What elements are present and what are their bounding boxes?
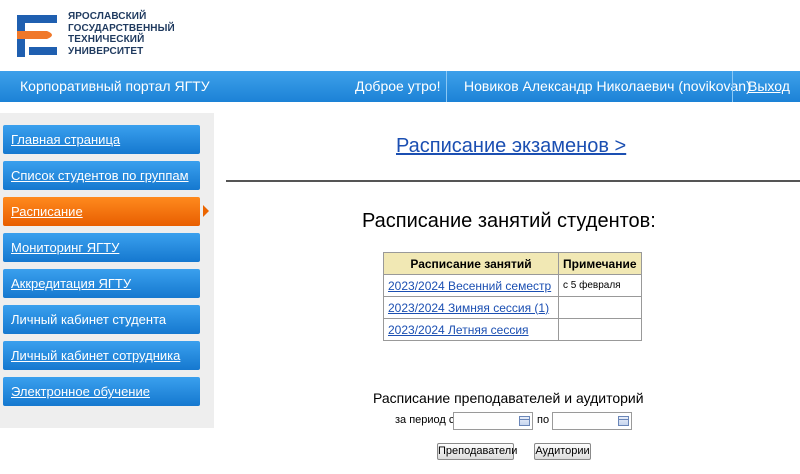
- topbar-divider: [446, 71, 447, 102]
- note-cell: [558, 318, 642, 341]
- table-row: 2023/2024 Зимняя сессия (1): [383, 296, 642, 319]
- period-from-label: за период с: [395, 414, 455, 426]
- active-arrow-icon: [203, 205, 209, 217]
- calendar-icon[interactable]: [618, 416, 629, 426]
- period-to-label: по: [537, 414, 550, 426]
- schedule-link[interactable]: 2023/2024 Весенний семестр: [388, 279, 551, 293]
- sidebar-item-label[interactable]: Аккредитация ЯГТУ: [11, 276, 131, 291]
- logout-link[interactable]: Выход: [748, 71, 790, 102]
- page-title: Расписание занятий студентов:: [362, 210, 656, 232]
- user-name: Новиков Александр Николаевич (novikovan): [464, 78, 751, 94]
- schedule-cell: 2023/2024 Весенний семестр: [383, 274, 559, 297]
- logo-line: УНИВЕРСИТЕТ: [68, 45, 144, 57]
- logo-line: ГОСУДАРСТВЕННЫЙ: [68, 22, 175, 34]
- sidebar-item-label[interactable]: Главная страница: [11, 132, 120, 147]
- schedule-cell: 2023/2024 Зимняя сессия (1): [383, 296, 559, 319]
- sidebar-item-label[interactable]: Личный кабинет сотрудника: [11, 348, 180, 363]
- sidebar-item-schedule[interactable]: Расписание: [3, 197, 209, 226]
- site-header: ЯРОСЛАВСКИЙ ГОСУДАРСТВЕННЫЙ ТЕХНИЧЕСКИЙ …: [0, 0, 800, 70]
- ystu-logo-icon: [17, 15, 57, 57]
- rooms-button[interactable]: Аудитории: [534, 443, 591, 460]
- schedule-cell: 2023/2024 Летняя сессия: [383, 318, 559, 341]
- calendar-icon[interactable]: [519, 416, 530, 426]
- exam-schedule-link[interactable]: Расписание экзаменов >: [396, 135, 626, 158]
- logo-line: ТЕХНИЧЕСКИЙ: [68, 34, 145, 45]
- schedule-link[interactable]: 2023/2024 Летняя сессия: [388, 323, 529, 337]
- sidebar-item-e-learning[interactable]: Электронное обучение: [3, 377, 200, 406]
- table-row: 2023/2024 Летняя сессия: [383, 318, 642, 341]
- sidebar-item-students-by-group[interactable]: Список студентов по группам: [3, 161, 200, 190]
- topbar-divider: [732, 71, 733, 102]
- sidebar-item-home[interactable]: Главная страница: [3, 125, 200, 154]
- sidebar-item-label[interactable]: Расписание: [11, 204, 83, 219]
- sidebar-item-label[interactable]: Список студентов по группам: [11, 168, 189, 183]
- portal-title: Корпоративный портал ЯГТУ: [20, 78, 210, 94]
- teachers-rooms-title: Расписание преподавателей и аудиторий: [373, 390, 644, 406]
- logo-text: ЯРОСЛАВСКИЙ ГОСУДАРСТВЕННЫЙ ТЕХНИЧЕСКИЙ …: [68, 11, 175, 57]
- schedule-link[interactable]: 2023/2024 Зимняя сессия (1): [388, 301, 549, 315]
- schedule-table: Расписание занятий Примечание 2023/2024 …: [383, 252, 642, 341]
- teachers-button[interactable]: Преподаватели: [437, 443, 517, 460]
- sidebar-item-employee-cabinet[interactable]: Личный кабинет сотрудника: [3, 341, 200, 370]
- table-row: 2023/2024 Весенний семестр с 5 февраля: [383, 274, 642, 297]
- top-bar: Корпоративный портал ЯГТУ Доброе утро! Н…: [0, 71, 800, 102]
- period-filter: за период с по: [395, 412, 645, 430]
- column-header-note: Примечание: [558, 252, 642, 275]
- sidebar-item-monitoring[interactable]: Мониторинг ЯГТУ: [3, 233, 200, 262]
- column-header-schedule: Расписание занятий: [383, 252, 559, 275]
- logo-line: ЯРОСЛАВСКИЙ: [68, 11, 147, 22]
- sidebar-item-label[interactable]: Личный кабинет студента: [11, 312, 166, 327]
- sidebar-item-accreditation[interactable]: Аккредитация ЯГТУ: [3, 269, 200, 298]
- divider: [226, 180, 800, 182]
- greeting-text: Доброе утро!: [355, 78, 441, 94]
- date-to-input[interactable]: [552, 412, 632, 430]
- logout-link-text[interactable]: Выход: [748, 78, 790, 94]
- sidebar: Главная страница Список студентов по гру…: [0, 113, 214, 428]
- sidebar-item-label[interactable]: Электронное обучение: [11, 384, 150, 399]
- note-cell: [558, 296, 642, 319]
- note-cell: с 5 февраля: [558, 274, 642, 297]
- sidebar-item-student-cabinet[interactable]: Личный кабинет студента: [3, 305, 200, 334]
- table-header-row: Расписание занятий Примечание: [383, 252, 642, 275]
- date-from-input[interactable]: [453, 412, 533, 430]
- sidebar-item-label[interactable]: Мониторинг ЯГТУ: [11, 240, 119, 255]
